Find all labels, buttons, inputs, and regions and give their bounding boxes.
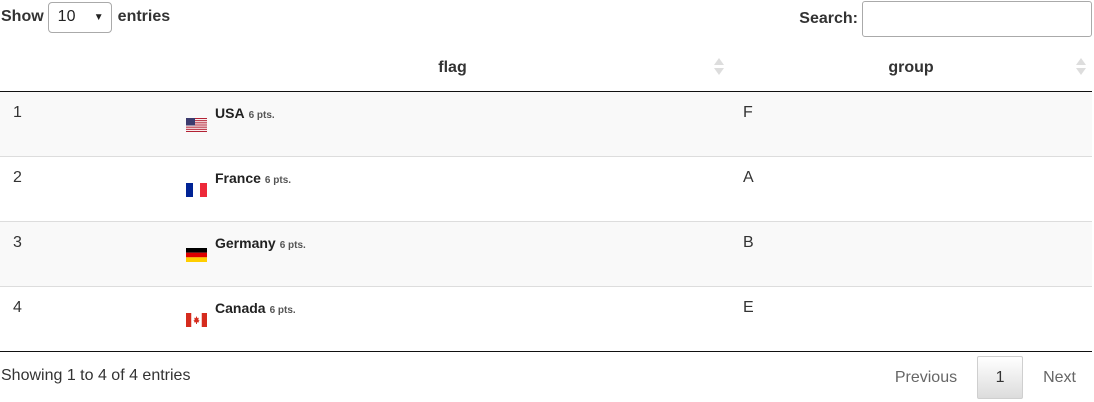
country-name: Germany: [215, 235, 276, 251]
fr-flag-icon: [186, 183, 207, 197]
table-info: Showing 1 to 4 of 4 entries: [1, 367, 191, 384]
row-group: B: [743, 234, 754, 251]
column-header-flag-label: flag: [438, 58, 467, 76]
country-points: 6 pts.: [248, 110, 275, 121]
search-control: Search:: [799, 1, 1092, 37]
table-row: 2 France 6 pts. A: [0, 157, 1092, 222]
next-button[interactable]: Next: [1043, 369, 1076, 387]
entries-label: entries: [117, 8, 171, 25]
de-flag-icon: [186, 248, 207, 262]
table-row: 1 USA 6 pts. F: [0, 92, 1092, 157]
sort-icon: [1076, 58, 1086, 76]
sort-icon: [714, 58, 724, 76]
length-control: Show 10 ▼ entries: [1, 0, 170, 34]
row-group: A: [743, 169, 754, 186]
column-header-flag[interactable]: flag: [175, 44, 730, 91]
column-header-group[interactable]: group: [730, 44, 1092, 91]
country-label: Germany 6 pts.: [215, 235, 306, 251]
table-header: flag group: [0, 44, 1092, 92]
row-group: F: [743, 104, 753, 121]
search-input[interactable]: [862, 1, 1092, 37]
column-header-group-label: group: [888, 58, 934, 76]
country-name: France: [215, 170, 261, 186]
country-points: 6 pts.: [264, 175, 292, 186]
row-index: 3: [13, 234, 22, 251]
column-header-index[interactable]: [0, 44, 175, 91]
search-label: Search:: [799, 10, 858, 27]
row-index: 1: [13, 104, 22, 121]
country-name: USA: [215, 105, 245, 121]
country-label: Canada 6 pts.: [215, 300, 296, 316]
country-label: France 6 pts.: [215, 170, 291, 186]
datatable-widget: Show 10 ▼ entries Search: flag group 1 U…: [0, 0, 1094, 402]
country-name: Canada: [215, 300, 266, 316]
country-label: USA 6 pts.: [215, 105, 275, 121]
page-button-1[interactable]: 1: [977, 356, 1024, 399]
row-group: E: [743, 299, 754, 316]
show-label: Show: [1, 8, 44, 25]
entries-select-value: 10: [57, 8, 76, 25]
pagination: Previous 1 Next: [895, 356, 1076, 399]
table-row: 3 Germany 6 pts. B: [0, 222, 1092, 287]
ca-flag-icon: [186, 313, 207, 327]
data-table: flag group 1 USA 6 pts. F 2 France 6 pts…: [0, 44, 1092, 352]
table-row: 4 Canada 6 pts. E: [0, 287, 1092, 352]
entries-select[interactable]: 10 ▼: [47, 1, 112, 33]
us-flag-icon: [186, 118, 207, 132]
dropdown-arrow-icon: ▼: [93, 11, 104, 23]
row-index: 4: [13, 299, 22, 316]
row-index: 2: [13, 169, 22, 186]
previous-button[interactable]: Previous: [895, 369, 957, 387]
country-points: 6 pts.: [269, 305, 296, 316]
country-points: 6 pts.: [279, 240, 306, 251]
